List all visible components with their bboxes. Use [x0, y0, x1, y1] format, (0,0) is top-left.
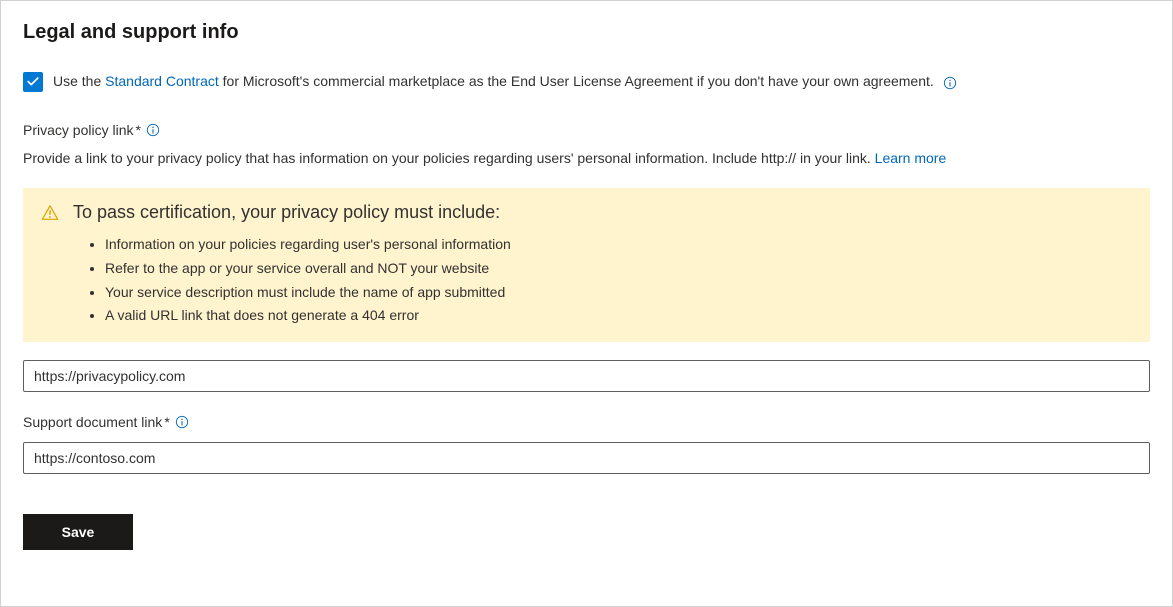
- required-indicator: *: [164, 414, 169, 430]
- warning-item: Information on your policies regarding u…: [105, 233, 1132, 257]
- checkmark-icon: [26, 75, 40, 89]
- standard-contract-row: Use the Standard Contract for Microsoft'…: [23, 72, 1150, 92]
- legal-support-panel: Legal and support info Use the Standard …: [0, 0, 1173, 607]
- warning-item: A valid URL link that does not generate …: [105, 304, 1132, 328]
- warning-list: Information on your policies regarding u…: [41, 233, 1132, 328]
- label-prefix: Use the: [53, 73, 105, 89]
- warning-title: To pass certification, your privacy poli…: [73, 202, 500, 223]
- support-doc-label-text: Support document link: [23, 414, 162, 430]
- description-text: Provide a link to your privacy policy th…: [23, 150, 875, 166]
- standard-contract-checkbox[interactable]: [23, 72, 43, 92]
- label-suffix: for Microsoft's commercial marketplace a…: [219, 73, 934, 89]
- required-indicator: *: [135, 122, 140, 138]
- support-doc-label: Support document link*: [23, 414, 1150, 430]
- save-button[interactable]: Save: [23, 514, 133, 550]
- page-title: Legal and support info: [23, 21, 1150, 44]
- learn-more-link[interactable]: Learn more: [875, 150, 947, 166]
- support-doc-input[interactable]: [23, 442, 1150, 474]
- warning-header: To pass certification, your privacy poli…: [41, 202, 1132, 223]
- info-icon[interactable]: [942, 75, 958, 91]
- info-icon[interactable]: [145, 122, 161, 138]
- standard-contract-link[interactable]: Standard Contract: [105, 73, 219, 89]
- privacy-policy-label-text: Privacy policy link: [23, 122, 133, 138]
- warning-item: Your service description must include th…: [105, 281, 1132, 305]
- standard-contract-label: Use the Standard Contract for Microsoft'…: [53, 73, 958, 90]
- certification-warning: To pass certification, your privacy poli…: [23, 188, 1150, 342]
- warning-item: Refer to the app or your service overall…: [105, 257, 1132, 281]
- info-icon[interactable]: [174, 414, 190, 430]
- warning-icon: [41, 204, 59, 222]
- privacy-policy-label: Privacy policy link*: [23, 122, 1150, 138]
- privacy-policy-description: Provide a link to your privacy policy th…: [23, 150, 1150, 166]
- privacy-policy-input[interactable]: [23, 360, 1150, 392]
